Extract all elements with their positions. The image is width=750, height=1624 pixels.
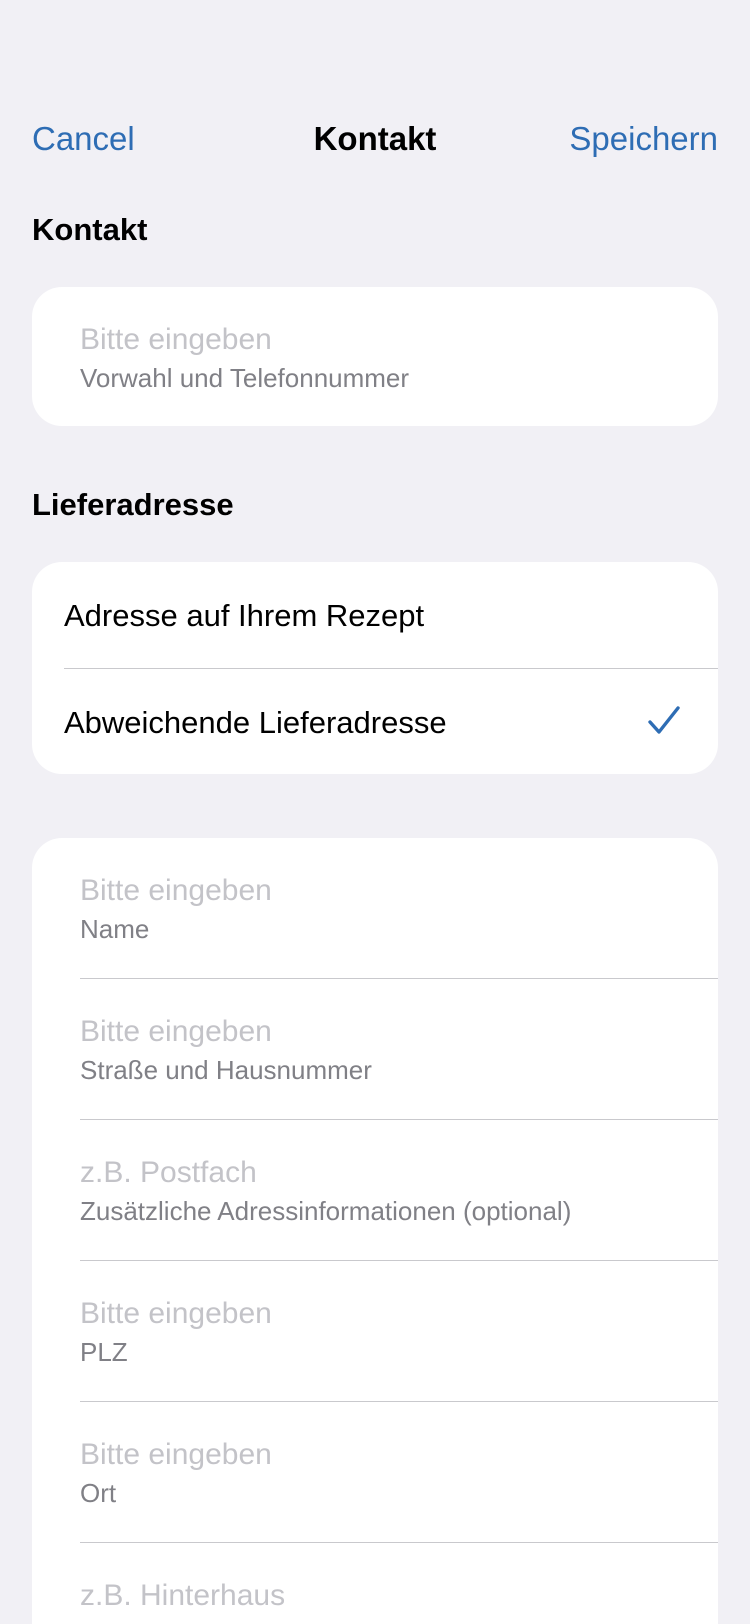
field-placeholder: Bitte eingeben xyxy=(80,874,272,907)
name-field[interactable]: Bitte eingeben Name xyxy=(32,838,718,979)
save-button[interactable]: Speichern xyxy=(569,120,718,158)
delivery-section-header: Lieferadresse xyxy=(32,487,234,522)
delivery-options-card: Adresse auf Ihrem Rezept Abweichende Lie… xyxy=(32,562,718,774)
phone-placeholder: Bitte eingeben xyxy=(80,323,272,356)
field-placeholder: Bitte eingeben xyxy=(80,1438,272,1471)
option-label: Abweichende Lieferadresse xyxy=(64,704,447,740)
option-label: Adresse auf Ihrem Rezept xyxy=(64,597,425,633)
additional-address-field[interactable]: z.B. Postfach Zusätzliche Adressinformat… xyxy=(32,1120,718,1261)
checkmark-icon xyxy=(648,706,680,734)
zip-field[interactable]: Bitte eingeben PLZ xyxy=(32,1261,718,1402)
field-placeholder: z.B. Hinterhaus xyxy=(80,1579,286,1612)
option-different-address[interactable]: Abweichende Lieferadresse xyxy=(32,669,718,774)
delivery-note-field[interactable]: z.B. Hinterhaus xyxy=(32,1543,718,1624)
phone-label: Vorwahl und Telefonnummer xyxy=(80,363,410,393)
field-label: Name xyxy=(80,914,150,944)
navigation-bar: Cancel Kontakt Speichern xyxy=(0,108,750,172)
option-prescription-address[interactable]: Adresse auf Ihrem Rezept xyxy=(32,562,718,669)
field-label: Straße und Hausnummer xyxy=(80,1055,372,1085)
field-label: PLZ xyxy=(80,1337,128,1367)
city-field[interactable]: Bitte eingeben Ort xyxy=(32,1402,718,1543)
field-placeholder: z.B. Postfach xyxy=(80,1156,257,1189)
contact-card: Bitte eingeben Vorwahl und Telefonnummer xyxy=(32,287,718,426)
phone-field[interactable]: Bitte eingeben Vorwahl und Telefonnummer xyxy=(32,287,718,426)
field-placeholder: Bitte eingeben xyxy=(80,1297,272,1330)
address-fields-card: Bitte eingeben Name Bitte eingeben Straß… xyxy=(32,838,718,1624)
contact-form-screen: Cancel Kontakt Speichern Kontakt Bitte e… xyxy=(0,0,750,1624)
field-label: Ort xyxy=(80,1478,117,1508)
contact-section-header: Kontakt xyxy=(32,212,148,247)
street-field[interactable]: Bitte eingeben Straße und Hausnummer xyxy=(32,979,718,1120)
field-placeholder: Bitte eingeben xyxy=(80,1015,272,1048)
field-label: Zusätzliche Adressinformationen (optiona… xyxy=(80,1196,572,1226)
